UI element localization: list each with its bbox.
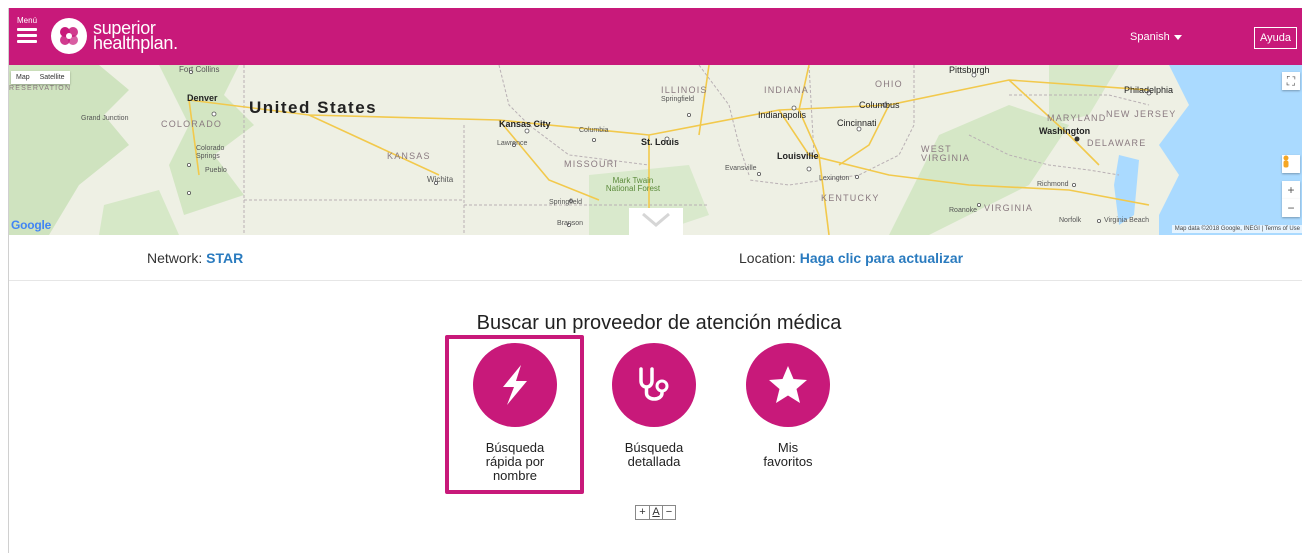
menu-button[interactable]: Menú	[17, 16, 41, 46]
map-label-illinois: ILLINOIS	[661, 85, 708, 95]
map-label-indiana: INDIANA	[764, 85, 809, 95]
map-label-evansville: Evansville	[725, 165, 757, 172]
menu-label: Menú	[17, 16, 38, 25]
lightning-icon	[473, 343, 557, 427]
map-label-new-jersey: NEW JERSEY	[1106, 109, 1177, 119]
font-size-controls: + A −	[635, 505, 676, 520]
info-bar: Network: STAR Location: Haga clic para a…	[9, 235, 1302, 281]
top-header: Menú superior healthplan. Spanish Ayuda	[9, 8, 1302, 65]
map-label-springfield-mo: Springfield	[549, 199, 583, 206]
language-label: Spanish	[1130, 31, 1170, 43]
quick-search-label: Búsqueda rápida por nombre	[485, 440, 545, 483]
map-label-washington: Washington	[1039, 126, 1091, 136]
map-label-lawrence: Lawrence	[497, 140, 528, 147]
location-label: Location:	[739, 250, 796, 266]
map-label-west-virginia: WEST VIRGINIA	[921, 144, 971, 163]
google-logo: Google	[11, 218, 52, 232]
map-label-reservation: RESERVATION	[9, 85, 72, 92]
map-label-colorado-springs: Colorado Springs	[196, 145, 225, 160]
chevron-down-icon	[642, 212, 670, 227]
map-label-richmond: Richmond	[1037, 181, 1069, 188]
logo-text: superior healthplan.	[93, 19, 178, 53]
map-type-satellite[interactable]: Satellite	[35, 71, 70, 84]
network-info: Network: STAR	[147, 250, 243, 266]
app-frame: Menú superior healthplan. Spanish Ayuda …	[8, 8, 1302, 553]
quick-search-option[interactable]: Búsqueda rápida por nombre	[450, 343, 580, 483]
map-label-colorado: COLORADO	[161, 119, 223, 129]
map-label-norfolk: Norfolk	[1059, 217, 1082, 224]
detailed-search-label: Búsqueda detallada	[624, 440, 684, 469]
map-label-cincinnati: Cincinnati	[837, 118, 877, 128]
map-label-kentucky: KENTUCKY	[821, 193, 880, 203]
map-label-lexington: Lexington	[819, 175, 850, 182]
map-type-map[interactable]: Map	[11, 71, 35, 84]
map-label-missouri: MISSOURI	[564, 159, 619, 169]
map-label-springfield-il: Springfield	[661, 96, 695, 103]
map-label-roanoke: Roanoke	[949, 207, 978, 214]
map-label-grand-junction: Grand Junction	[81, 115, 129, 122]
map-label-pittsburgh: Pittsburgh	[949, 65, 990, 75]
font-reset-button[interactable]: A	[649, 506, 662, 519]
language-dropdown[interactable]: Spanish	[1130, 31, 1182, 43]
map-label-fort-collins: Fort Collins	[179, 65, 220, 74]
star-icon	[746, 343, 830, 427]
network-link[interactable]: STAR	[206, 250, 243, 266]
map-label-branson: Branson	[557, 220, 584, 227]
network-label: Network:	[147, 250, 203, 266]
map-label-pueblo: Pueblo	[205, 167, 227, 174]
location-link[interactable]: Haga clic para actualizar	[800, 250, 963, 266]
favorites-option[interactable]: Mis favoritos	[723, 343, 853, 469]
map-label-country: United States	[249, 98, 378, 117]
font-increase-button[interactable]: +	[636, 506, 649, 519]
map-label-columbus: Columbus	[859, 100, 900, 110]
logo-line-2: healthplan.	[93, 33, 178, 53]
pegman-icon[interactable]	[1282, 155, 1300, 173]
stethoscope-icon	[612, 343, 696, 427]
logo-flower-icon	[51, 18, 87, 54]
logo[interactable]: superior healthplan.	[51, 18, 178, 54]
favorites-label: Mis favoritos	[763, 440, 813, 469]
map-label-kansas: KANSAS	[387, 151, 431, 161]
map-label-denver: Denver	[187, 93, 218, 103]
map-label-columbia: Columbia	[579, 127, 609, 134]
map-label-st-louis: St. Louis	[641, 137, 679, 147]
location-info: Location: Haga clic para actualizar	[739, 250, 963, 266]
help-button[interactable]: Ayuda	[1254, 27, 1297, 49]
map-label-philadelphia: Philadelphia	[1124, 85, 1174, 95]
map-label-virginia-beach: Virginia Beach	[1104, 217, 1150, 224]
hamburger-icon	[17, 28, 41, 43]
font-decrease-button[interactable]: −	[662, 506, 675, 519]
search-title: Buscar un proveedor de atención médica	[476, 312, 842, 334]
map-label-maryland: MARYLAND	[1047, 113, 1107, 123]
map-label-wichita: Wichita	[427, 175, 454, 184]
map-label-kansas-city: Kansas City	[499, 119, 551, 129]
map-type-toggle: Map Satellite	[11, 71, 70, 84]
map-label-virginia: VIRGINIA	[984, 203, 1034, 213]
zoom-in-icon[interactable]: +	[1282, 181, 1300, 199]
map-label-delaware: DELAWARE	[1087, 138, 1147, 148]
map-label-ohio: OHIO	[875, 79, 903, 89]
chevron-down-icon	[1173, 34, 1182, 40]
detailed-search-option[interactable]: Búsqueda detallada	[589, 343, 719, 469]
fullscreen-icon[interactable]: ⛶	[1282, 72, 1300, 90]
map[interactable]: United States Denver Fort Collins RESERV…	[9, 65, 1302, 235]
map-label-mark-twain: Mark Twain National Forest	[605, 176, 661, 193]
map-attribution[interactable]: Map data ©2018 Google, INEGI | Terms of …	[1171, 225, 1302, 233]
map-label-louisville: Louisville	[777, 151, 819, 161]
map-collapse-tab[interactable]	[629, 208, 683, 235]
map-label-indianapolis: Indianapolis	[758, 110, 807, 120]
zoom-out-icon[interactable]: −	[1282, 199, 1300, 217]
